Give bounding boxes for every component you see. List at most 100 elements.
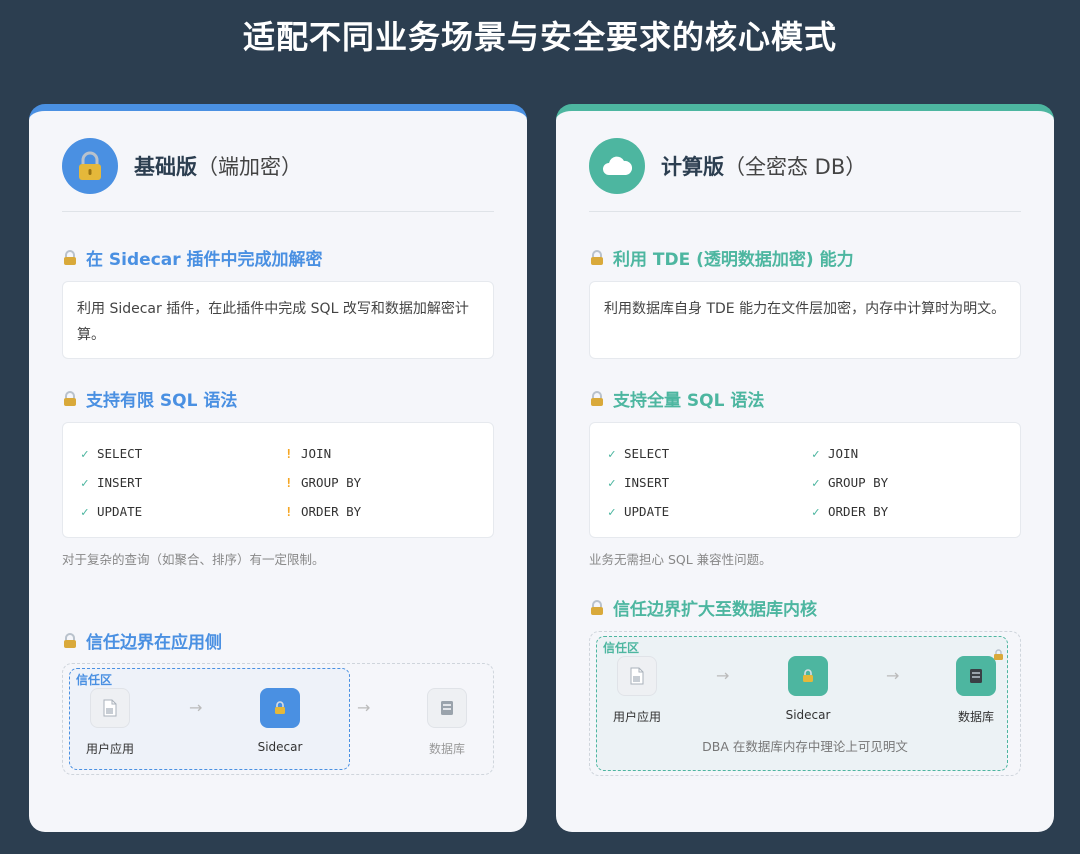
lock-icon [788,656,828,696]
node-label: 数据库 [957,710,994,724]
warning-icon: ! [285,475,293,490]
check-icon: ✓ [608,475,616,490]
sql-keyword: SELECT [624,446,670,461]
trust-zone-label: 信任区 [603,641,640,655]
basic-card-header: 基础版（端加密） [62,137,302,195]
compute-sql-note: 业务无需担心 SQL 兼容性问题。 [589,552,772,567]
sql-item: ✓ SELECT [608,439,669,468]
sql-item: ✓ INSERT [81,468,142,497]
node-database: 数据库 [926,649,1026,725]
check-icon: ✓ [812,475,820,490]
basic-section2-heading: 支持有限 SQL 语法 [62,386,237,411]
sql-item: ! GROUP BY [285,468,361,497]
compute-title-sub: （全密态 DB） [724,155,867,179]
node-sidecar: Sidecar [758,656,858,722]
sql-keyword: INSERT [624,475,670,490]
check-icon: ✓ [608,504,616,519]
sql-item: ✓ UPDATE [608,497,669,526]
page-title: 适配不同业务场景与安全要求的核心模式 [242,18,837,56]
lock-icon [260,688,300,728]
compute-card-header: 计算版（全密态 DB） [589,137,866,195]
lock-icon [589,249,605,266]
basic-sql-note: 对于复杂的查询（如聚合、排序）有一定限制。 [62,552,325,567]
node-label: 数据库 [428,742,465,756]
node-label: 用户应用 [612,710,661,724]
basic-section3-heading: 信任边界在应用侧 [62,628,222,653]
basic-section3-heading-text: 信任边界在应用侧 [86,633,222,653]
arrow-icon: → [189,698,203,717]
compute-section1-heading: 利用 TDE (透明数据加密) 能力 [589,245,854,270]
dba-note: DBA 在数据库内存中理论上可见明文 [702,739,908,754]
basic-section2-heading-text: 支持有限 SQL 语法 [86,391,238,411]
compute-section2-heading: 支持全量 SQL 语法 [589,386,764,411]
compute-description: 利用数据库自身 TDE 能力在文件层加密，内存中计算时为明文。 [589,281,1021,359]
basic-description: 利用 Sidecar 插件，在此插件中完成 SQL 改写和数据加解密计算。 [62,281,494,359]
compute-title-main: 计算版 [661,155,724,179]
node-label: Sidecar [785,708,831,722]
check-icon: ✓ [812,504,820,519]
basic-section1-heading: 在 Sidecar 插件中完成加解密 [62,245,323,270]
basic-section1-heading-text: 在 Sidecar 插件中完成加解密 [86,250,323,270]
divider [589,211,1021,212]
node-label: 用户应用 [85,742,134,756]
arrow-icon: → [357,698,371,717]
lock-icon [62,390,78,407]
check-icon: ✓ [608,446,616,461]
sql-keyword: GROUP BY [828,475,889,490]
sql-item: ✓ INSERT [608,468,669,497]
basic-card-title: 基础版（端加密） [134,151,302,181]
compute-trust-diagram: 信任区 用户应用 → Sidecar → 数据库 DBA 在数据库内存中理论上可… [589,631,1021,776]
cloud-icon [589,138,645,194]
sql-keyword: UPDATE [624,504,670,519]
sql-keyword: ORDER BY [828,504,889,519]
divider [62,211,494,212]
sql-item: ✓ UPDATE [81,497,142,526]
sql-keyword: INSERT [97,475,143,490]
sql-column: ✓ JOIN ✓ GROUP BY ✓ ORDER BY [812,439,888,526]
sql-item: ✓ GROUP BY [812,468,888,497]
sql-column: ✓ SELECT ✓ INSERT ✓ UPDATE [81,439,142,526]
sql-item: ! JOIN [285,439,361,468]
sql-item: ✓ JOIN [812,439,888,468]
sql-keyword: JOIN [828,446,859,461]
check-icon: ✓ [81,504,89,519]
compute-section2-heading-text: 支持全量 SQL 语法 [613,391,765,411]
compute-card: 计算版（全密态 DB） 利用 TDE (透明数据加密) 能力 利用数据库自身 T… [556,104,1054,832]
basic-title-sub: （端加密） [197,155,302,179]
sql-keyword: SELECT [97,446,143,461]
check-icon: ✓ [81,446,89,461]
sql-keyword: UPDATE [97,504,143,519]
node-user-app: 用户应用 [60,688,160,757]
compute-section3-heading-text: 信任边界扩大至数据库内核 [613,600,817,620]
lock-icon [62,249,78,266]
basic-card: 基础版（端加密） 在 Sidecar 插件中完成加解密 利用 Sidecar 插… [29,104,527,832]
lock-icon [62,632,78,649]
sql-column: ✓ SELECT ✓ INSERT ✓ UPDATE [608,439,669,526]
check-icon: ✓ [812,446,820,461]
compute-sql-list: ✓ SELECT ✓ INSERT ✓ UPDATE ✓ JOIN ✓ GROUP BY … [589,422,1021,538]
arrow-icon: → [716,666,730,685]
trust-zone-label: 信任区 [76,673,113,687]
arrow-icon: → [886,666,900,685]
basic-sql-list: ✓ SELECT ✓ INSERT ✓ UPDATE ! JOIN ! GROUP BY … [62,422,494,538]
sql-keyword: JOIN [301,446,332,461]
compute-card-title: 计算版（全密态 DB） [661,151,866,181]
sql-item: ✓ SELECT [81,439,142,468]
check-icon: ✓ [81,475,89,490]
node-user-app: 用户应用 [587,656,687,725]
sql-column: ! JOIN ! GROUP BY ! ORDER BY [285,439,361,526]
basic-title-main: 基础版 [134,155,197,179]
sql-keyword: GROUP BY [301,475,362,490]
document-icon [90,688,130,728]
sql-item: ✓ ORDER BY [812,497,888,526]
warning-icon: ! [285,504,293,519]
sql-item: ! ORDER BY [285,497,361,526]
compute-section3-heading: 信任边界扩大至数据库内核 [589,595,817,620]
basic-trust-diagram: 信任区 用户应用 → Sidecar → 数据库 [62,663,494,775]
database-icon [427,688,467,728]
node-sidecar: Sidecar [230,688,330,754]
node-database: 数据库 [397,688,497,757]
node-label: Sidecar [257,740,303,754]
lock-icon [589,599,605,616]
sql-keyword: ORDER BY [301,504,362,519]
